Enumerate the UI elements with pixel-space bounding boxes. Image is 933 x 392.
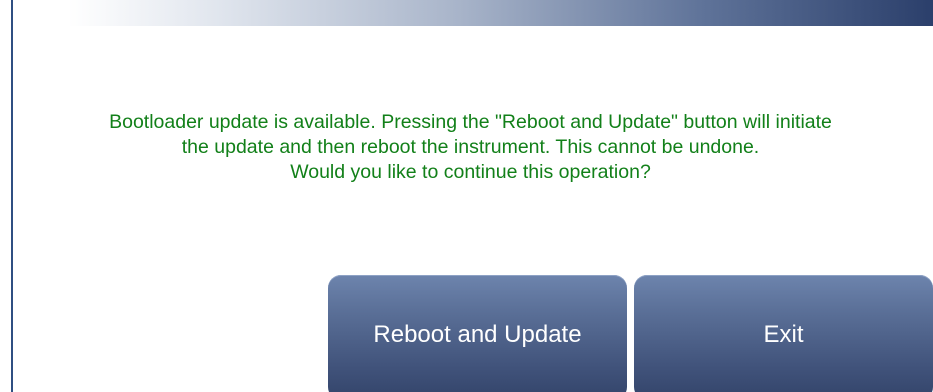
update-message: Bootloader update is available. Pressing…: [13, 110, 928, 185]
bootloader-update-screen: Bootloader update is available. Pressing…: [0, 0, 933, 392]
message-line-1: Bootloader update is available. Pressing…: [109, 111, 832, 133]
message-line-2: the update and then reboot the instrumen…: [181, 136, 760, 158]
reboot-and-update-button[interactable]: Reboot and Update: [328, 275, 627, 392]
exit-label: Exit: [763, 321, 804, 348]
reboot-and-update-label: Reboot and Update: [373, 321, 582, 348]
header-bar: [13, 0, 933, 26]
exit-button[interactable]: Exit: [634, 275, 933, 392]
left-border: [11, 0, 13, 392]
message-line-3: Would you like to continue this operatio…: [290, 161, 651, 183]
